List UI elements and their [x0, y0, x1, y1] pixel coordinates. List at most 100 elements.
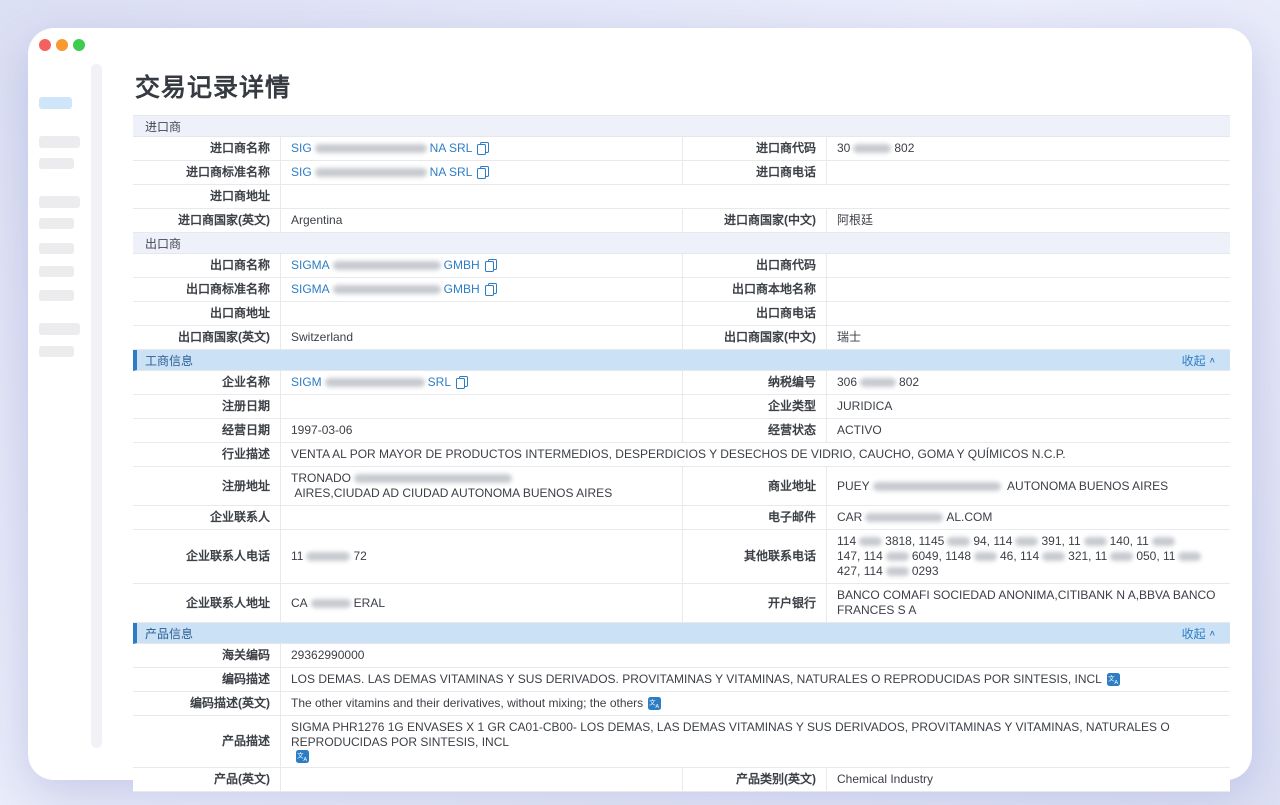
- field-value[interactable]: SIG NA SRL: [281, 137, 683, 160]
- field-value: ACTIVO: [827, 419, 1230, 442]
- field-value[interactable]: SIG NA SRL: [281, 161, 683, 184]
- field-value[interactable]: SIGMA GMBH: [281, 254, 683, 277]
- value-text[interactable]: SRL: [428, 375, 451, 390]
- window-control-close[interactable]: [39, 39, 51, 51]
- field-label: 进口商名称: [133, 137, 281, 160]
- value-text: 114: [837, 534, 856, 549]
- value-text[interactable]: GMBH: [444, 282, 480, 297]
- value-text: 802: [894, 141, 914, 156]
- redacted-text: [1178, 552, 1201, 561]
- value-text: SIGMA PHR1276 1G ENVASES X 1 GR CA01-CB0…: [291, 720, 1220, 750]
- field-label: 注册地址: [133, 467, 281, 505]
- redacted-text: [354, 474, 512, 483]
- copy-icon[interactable]: [456, 376, 468, 389]
- value-text: 147, 114: [837, 549, 883, 564]
- value-text: AIRES,CIUDAD AD CIUDAD AUTONOMA BUENOS A…: [291, 486, 612, 501]
- redacted-text: [853, 144, 891, 153]
- field-value: Switzerland: [281, 326, 683, 349]
- field-value: The other vitamins and their derivatives…: [281, 692, 1230, 715]
- value-text: ACTIVO: [837, 423, 882, 438]
- value-text: TRONADO: [291, 471, 351, 486]
- collapse-toggle[interactable]: 收起∧: [1182, 352, 1216, 369]
- value-text: 3818, 1145: [885, 534, 944, 549]
- value-text: The other vitamins and their derivatives…: [291, 696, 643, 711]
- field-label: 产品(英文): [133, 768, 281, 791]
- field-value: [281, 506, 683, 529]
- value-text[interactable]: SIGMA: [291, 258, 330, 273]
- value-text: Argentina: [291, 213, 342, 228]
- sidebar-skeleton-bar: [39, 218, 74, 229]
- value-text: 391, 11: [1041, 534, 1080, 549]
- value-text[interactable]: SIG: [291, 165, 312, 180]
- table-row: 编码描述(英文)The other vitamins and their der…: [133, 692, 1230, 716]
- value-text: VENTA AL POR MAYOR DE PRODUCTOS INTERMED…: [291, 447, 1066, 462]
- sidebar-skeleton-bar: [39, 266, 74, 277]
- field-value: PUEY AUTONOMA BUENOS AIRES: [827, 467, 1230, 505]
- section-title: 产品信息: [145, 625, 193, 642]
- field-label: 开户银行: [683, 584, 827, 622]
- svg-text:A: A: [1114, 680, 1118, 686]
- value-text: 94, 114: [973, 534, 1012, 549]
- field-value: VENTA AL POR MAYOR DE PRODUCTOS INTERMED…: [281, 443, 1230, 466]
- table-row: 进口商国家(英文)Argentina进口商国家(中文)阿根廷: [133, 209, 1230, 233]
- redacted-text: [1084, 537, 1107, 546]
- value-text: 瑞士: [837, 330, 861, 345]
- redacted-text: [333, 285, 441, 294]
- section-header-product-info: 产品信息 收起∧: [133, 623, 1230, 644]
- window-control-minimize[interactable]: [56, 39, 68, 51]
- copy-icon[interactable]: [485, 283, 497, 296]
- value-text[interactable]: NA SRL: [430, 165, 473, 180]
- table-row: 企业名称SIGMSRL纳税编号306802: [133, 371, 1230, 395]
- value-text[interactable]: SIGMA: [291, 282, 330, 297]
- field-label: 其他联系电话: [683, 530, 827, 583]
- value-text: 46, 114: [1000, 549, 1039, 564]
- table-row: 行业描述VENTA AL POR MAYOR DE PRODUCTOS INTE…: [133, 443, 1230, 467]
- field-value: 29362990000: [281, 644, 1230, 667]
- field-label: 出口商名称: [133, 254, 281, 277]
- redacted-text: [333, 261, 441, 270]
- field-label: 注册日期: [133, 395, 281, 418]
- page-background: 交易记录详情 进口商进口商名称SIGNA SRL进口商代码30802进口商标准名…: [0, 0, 1280, 805]
- field-value: JURIDICA: [827, 395, 1230, 418]
- value-text: 427, 114: [837, 564, 883, 579]
- table-row: 企业联系人地址CAERAL开户银行BANCO COMAFI SOCIEDAD A…: [133, 584, 1230, 623]
- section-title: 工商信息: [145, 352, 193, 369]
- value-text: 321, 11: [1068, 549, 1107, 564]
- field-value: CAERAL: [281, 584, 683, 622]
- field-value[interactable]: SIGMA GMBH: [281, 278, 683, 301]
- redacted-text: [315, 144, 427, 153]
- field-label: 出口商国家(英文): [133, 326, 281, 349]
- copy-icon[interactable]: [485, 259, 497, 272]
- field-value: 瑞士: [827, 326, 1230, 349]
- field-label: 进口商国家(中文): [683, 209, 827, 232]
- redacted-text: [860, 378, 896, 387]
- table-row: 产品(英文)产品类别(英文)Chemical Industry: [133, 768, 1230, 792]
- translate-icon[interactable]: 文A: [1107, 673, 1120, 686]
- value-text[interactable]: NA SRL: [430, 141, 473, 156]
- field-value[interactable]: SIGM SRL: [281, 371, 683, 394]
- sidebar-skeleton-bar: [39, 290, 74, 301]
- copy-icon[interactable]: [477, 142, 489, 155]
- translate-icon[interactable]: 文A: [296, 750, 309, 763]
- copy-icon[interactable]: [477, 166, 489, 179]
- value-text[interactable]: SIGM: [291, 375, 322, 390]
- value-text: BANCO COMAFI SOCIEDAD ANONIMA,CITIBANK N…: [837, 588, 1220, 618]
- collapse-label[interactable]: 收起: [1182, 625, 1206, 642]
- collapse-toggle[interactable]: 收起∧: [1182, 625, 1216, 642]
- value-text: 140, 11: [1110, 534, 1149, 549]
- field-label: 出口商代码: [683, 254, 827, 277]
- chevron-up-icon: ∧: [1209, 629, 1216, 638]
- value-text: 1997-03-06: [291, 423, 352, 438]
- redacted-text: [1042, 552, 1065, 561]
- value-text[interactable]: SIG: [291, 141, 312, 156]
- translate-icon[interactable]: 文A: [648, 697, 661, 710]
- collapse-label[interactable]: 收起: [1182, 352, 1206, 369]
- scrollbar[interactable]: [91, 64, 102, 748]
- value-text: JURIDICA: [837, 399, 892, 414]
- window-control-zoom[interactable]: [73, 39, 85, 51]
- redacted-text: [974, 552, 997, 561]
- value-text[interactable]: GMBH: [444, 258, 480, 273]
- section-title: 进口商: [145, 118, 181, 135]
- section-header-business-info: 工商信息 收起∧: [133, 350, 1230, 371]
- field-value: 114 3818, 1145 94, 114 391, 11 140, 11 147, 1…: [827, 530, 1230, 583]
